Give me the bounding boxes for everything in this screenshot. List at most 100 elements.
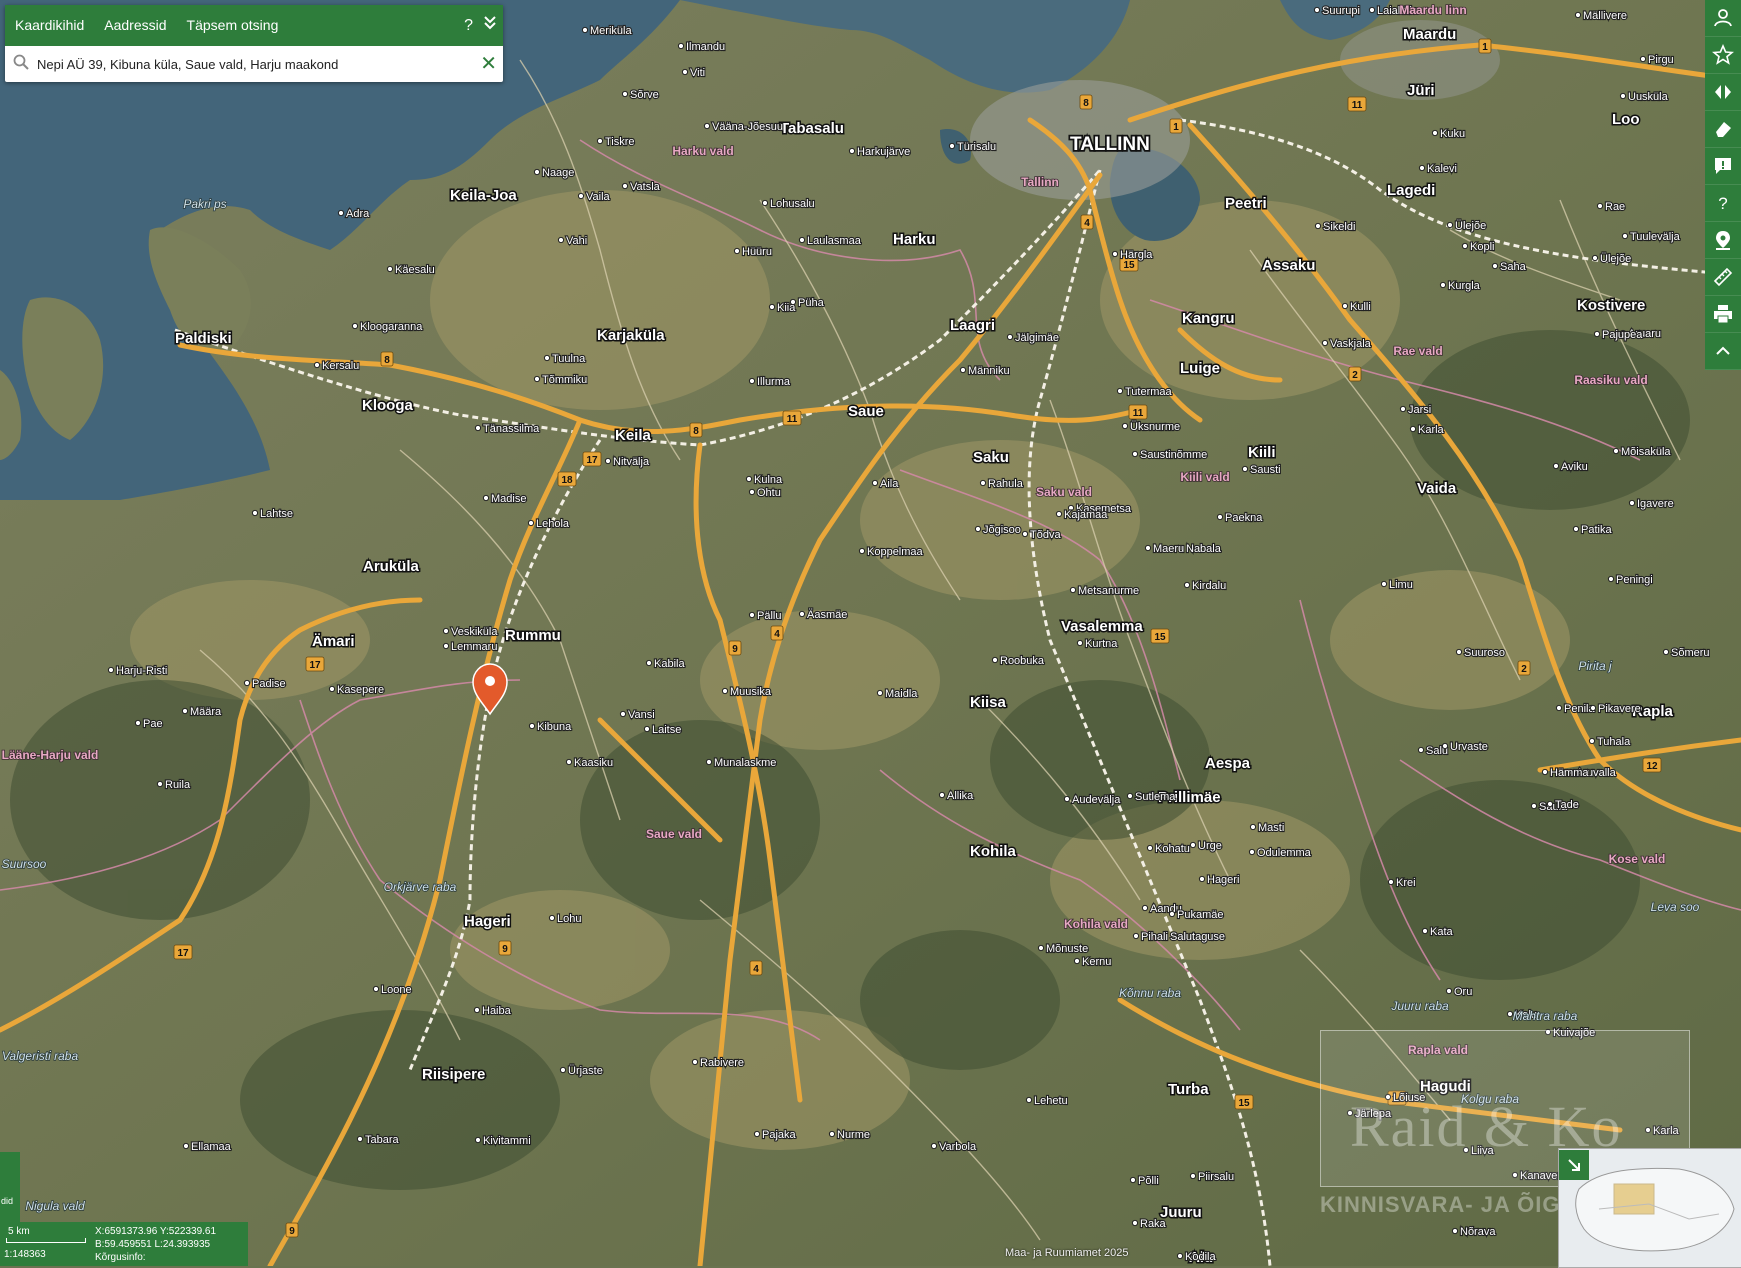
place-dot — [1183, 581, 1191, 589]
road-number-badge: 2 — [1517, 660, 1531, 676]
svg-text:1: 1 — [1482, 42, 1488, 53]
layer-toggle-stub[interactable]: did — [0, 1152, 20, 1222]
place-dot — [1589, 704, 1597, 712]
village-label: Roobuka — [1000, 655, 1045, 667]
tab-kaardikihid[interactable]: Kaardikihid — [5, 5, 94, 46]
place-dot — [753, 1130, 761, 1138]
place-dot — [876, 689, 884, 697]
place-dot — [677, 42, 685, 50]
road-number-badge: 1 — [1169, 118, 1183, 134]
village-label: Maidla — [885, 688, 918, 700]
place-dot — [557, 236, 565, 244]
right-toolbar: ? — [1705, 0, 1741, 370]
collapse-arrow-icon[interactable] — [1559, 1150, 1589, 1180]
village-label: Käesalu — [395, 264, 435, 276]
help-icon[interactable]: ? — [1705, 185, 1741, 222]
help-button[interactable]: ? — [464, 17, 473, 35]
print-icon[interactable] — [1705, 296, 1741, 333]
place-dot — [533, 168, 541, 176]
village-label: Vahi — [566, 235, 587, 247]
city-label: Aespa — [1205, 755, 1251, 772]
ruler-icon[interactable] — [1705, 259, 1741, 296]
place-dot — [1314, 222, 1322, 230]
place-dot — [1069, 586, 1077, 594]
municipality-label: Kohila vald — [1064, 917, 1128, 931]
village-label: Mõisaküla — [1621, 446, 1671, 458]
location-pin-icon[interactable] — [1705, 222, 1741, 259]
city-label: Tabasalu — [780, 120, 844, 137]
coords-bl: B:59.459551 L:24.393935 — [95, 1239, 211, 1250]
place-dot — [1418, 164, 1426, 172]
village-label: Ellamaa — [191, 1141, 232, 1153]
village-label: Kajamaa — [1064, 509, 1108, 521]
double-chevron-down-icon[interactable] — [483, 15, 497, 36]
place-dot — [1129, 1176, 1137, 1184]
road-number-badge: 11 — [1128, 404, 1148, 420]
place-dot — [1037, 944, 1045, 952]
village-label: Põlli — [1138, 1175, 1159, 1187]
tab-aadressid[interactable]: Aadressid — [94, 5, 176, 46]
svg-text:9: 9 — [289, 1226, 295, 1237]
place-dot — [974, 525, 982, 533]
village-label: Koppelmaa — [867, 546, 924, 558]
village-label: Kodila — [1185, 1251, 1216, 1263]
svg-text:15: 15 — [1238, 1098, 1250, 1109]
road-number-badge: 12 — [1642, 757, 1662, 773]
place-dot — [1248, 848, 1256, 856]
village-label: Meriküla — [590, 25, 632, 37]
user-icon[interactable] — [1705, 0, 1741, 37]
search-input[interactable] — [35, 55, 481, 73]
village-label: Loone — [381, 984, 412, 996]
village-label: Padise — [252, 678, 286, 690]
city-label: Kohila — [970, 843, 1016, 860]
road-number-badge: 11 — [782, 410, 802, 426]
svg-text:4: 4 — [753, 964, 759, 975]
svg-text:11: 11 — [787, 414, 798, 425]
village-label: Lehola — [536, 518, 570, 530]
city-label: Hageri — [464, 913, 511, 930]
village-label: Allika — [947, 790, 974, 802]
place-dot — [596, 137, 604, 145]
road-number-badge: 4 — [749, 960, 763, 976]
village-label: Suuroso — [1464, 647, 1505, 659]
village-label: Sõmeru — [1671, 647, 1710, 659]
village-label: Limu — [1389, 579, 1413, 591]
search-panel: Kaardikihid Aadressid Täpsem otsing ? ✕ — [5, 5, 503, 82]
village-label: Tuulna — [552, 353, 586, 365]
place-dot — [1198, 875, 1206, 883]
compare-arrows-icon[interactable] — [1705, 74, 1741, 111]
place-dot — [1621, 232, 1629, 240]
place-dot — [1574, 11, 1582, 19]
place-dot — [1168, 910, 1176, 918]
place-dot — [1189, 841, 1197, 849]
eraser-icon[interactable] — [1705, 111, 1741, 148]
village-label: Karla — [1418, 424, 1445, 436]
place-dot — [337, 209, 345, 217]
place-dot — [328, 685, 336, 693]
svg-text:4: 4 — [774, 629, 780, 640]
city-label: Ämari — [312, 633, 355, 650]
city-label: Kiisa — [970, 694, 1007, 711]
city-label: Vaida — [1417, 480, 1457, 497]
village-label: Suurupi — [1322, 5, 1360, 17]
village-label: Tõmmiku — [542, 374, 587, 386]
village-label: Madise — [491, 493, 526, 505]
place-dot — [1441, 742, 1449, 750]
tab-tapsem-otsing[interactable]: Täpsem otsing — [177, 5, 289, 46]
village-label: Tuulevälja — [1630, 231, 1681, 243]
place-dot — [473, 1006, 481, 1014]
clear-search-icon[interactable]: ✕ — [480, 54, 497, 74]
panel-header: Kaardikihid Aadressid Täpsem otsing ? — [5, 5, 503, 46]
place-dot — [134, 719, 142, 727]
village-label: Rae — [1605, 201, 1625, 213]
star-icon[interactable] — [1705, 37, 1741, 74]
village-label: Pae — [143, 718, 163, 730]
village-label: Kurgla — [1448, 280, 1481, 292]
village-label: Ilmandu — [686, 41, 725, 53]
feedback-icon[interactable] — [1705, 148, 1741, 185]
place-dot — [251, 509, 259, 517]
place-dot — [1341, 302, 1349, 310]
svg-text:15: 15 — [1123, 260, 1135, 271]
chevron-up-icon[interactable] — [1705, 333, 1741, 370]
road-number-badge: 8 — [689, 422, 703, 438]
